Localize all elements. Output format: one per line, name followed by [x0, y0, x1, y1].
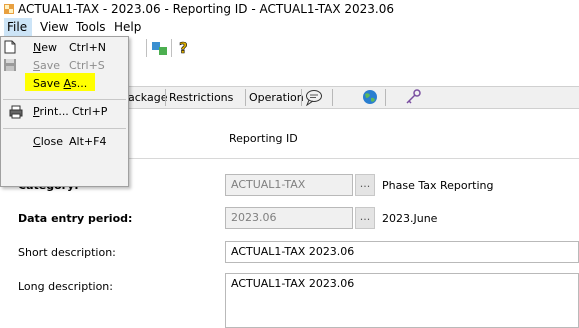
menu-item-save-as[interactable]: Save As...	[1, 73, 128, 94]
category-lookup-button[interactable]: ...	[355, 174, 375, 196]
tab-divider	[245, 89, 246, 106]
menu-item-save-as-label: Save	[33, 77, 64, 90]
short-description-input[interactable]: ACTUAL1-TAX 2023.06	[225, 241, 579, 263]
short-description-label: Short description:	[18, 246, 116, 259]
save-icon	[4, 59, 16, 71]
category-field: ACTUAL1-TAX	[225, 174, 353, 196]
app-icon	[4, 4, 14, 14]
workflow-icon[interactable]	[152, 40, 168, 56]
comment-icon[interactable]	[305, 89, 323, 106]
long-description-label: Long description:	[18, 280, 113, 293]
menu-view[interactable]: View	[40, 20, 68, 34]
file-menu-dropdown: New Ctrl+N Save Ctrl+S Save As... Print.…	[0, 36, 129, 187]
toolbar-separator	[146, 39, 147, 57]
category-description: Phase Tax Reporting	[382, 179, 494, 192]
period-field: 2023.06	[225, 207, 353, 229]
window-title: ACTUAL1-TAX - 2023.06 - Reporting ID - A…	[18, 2, 395, 16]
globe-icon[interactable]	[362, 89, 378, 105]
period-description: 2023.June	[382, 212, 438, 225]
menu-item-close[interactable]: Close Alt+F4	[1, 131, 128, 152]
menu-file[interactable]: File	[4, 18, 32, 36]
printer-icon	[9, 105, 23, 119]
tab-operation[interactable]: Operation	[249, 91, 304, 104]
menu-item-save-label: ave	[39, 59, 61, 72]
tab-divider	[332, 89, 333, 106]
menu-item-new-shortcut: Ctrl+N	[69, 41, 107, 54]
period-lookup-button[interactable]: ...	[355, 207, 375, 229]
menu-item-save-shortcut: Ctrl+S	[69, 59, 105, 72]
tab-divider	[301, 89, 302, 106]
tab-restrictions[interactable]: Restrictions	[169, 91, 233, 104]
menu-item-close-shortcut: Alt+F4	[69, 135, 107, 148]
menu-tools[interactable]: Tools	[76, 20, 106, 34]
menu-separator	[3, 128, 126, 129]
tab-package[interactable]: ackage	[128, 91, 167, 104]
new-document-icon	[4, 40, 16, 54]
menu-item-print-label: rint...	[39, 105, 69, 118]
menu-help[interactable]: Help	[114, 20, 141, 34]
menu-item-print[interactable]: Print... Ctrl+P	[1, 101, 128, 122]
key-icon[interactable]	[405, 89, 421, 105]
long-description-textarea[interactable]: ACTUAL1-TAX 2023.06	[225, 273, 579, 328]
menu-item-new-label: ew	[41, 41, 57, 54]
period-label: Data entry period:	[18, 212, 133, 225]
svg-text:?: ?	[179, 39, 188, 56]
menu-separator	[3, 99, 126, 100]
reporting-id-label: Reporting ID	[229, 132, 298, 145]
menu-item-close-label: lose	[40, 135, 63, 148]
tab-divider	[385, 89, 386, 106]
menu-item-print-shortcut: Ctrl+P	[72, 105, 108, 118]
toolbar-separator	[171, 39, 172, 57]
help-icon[interactable]: ?	[178, 39, 192, 56]
tab-divider	[165, 89, 166, 106]
title-bar: ACTUAL1-TAX - 2023.06 - Reporting ID - A…	[0, 0, 579, 18]
